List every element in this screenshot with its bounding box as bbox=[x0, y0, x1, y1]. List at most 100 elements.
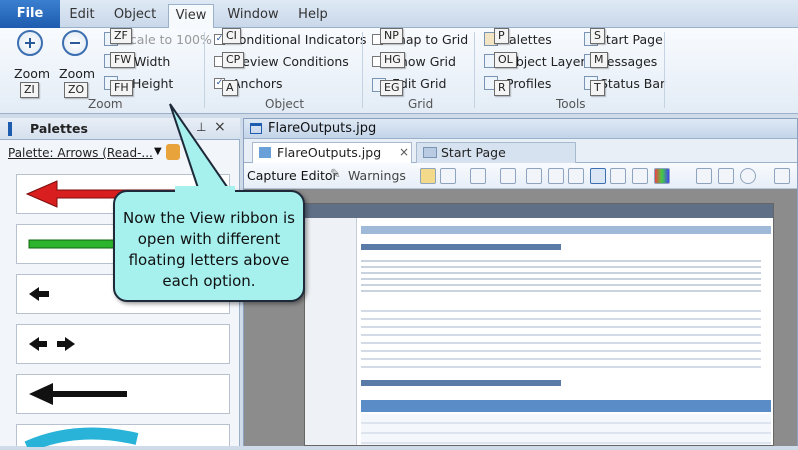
palette-selector[interactable]: Palette: Arrows (Read-... bbox=[8, 144, 168, 162]
document-title-bar: FlareOutputs.jpg bbox=[244, 119, 797, 139]
resize-icon[interactable] bbox=[526, 168, 542, 184]
image-canvas[interactable] bbox=[244, 189, 797, 446]
palette-item-curved-arrow[interactable] bbox=[16, 424, 230, 450]
palette-item-black-arrow[interactable] bbox=[16, 374, 230, 414]
zoom-out-label[interactable]: Zoom bbox=[59, 66, 95, 81]
document-tabs: FlareOutputs.jpg × Start Page bbox=[244, 139, 797, 163]
grid-group-label: Grid bbox=[408, 97, 434, 111]
fit-height-button[interactable]: Height bbox=[132, 76, 173, 91]
keytip-preview: CP bbox=[222, 52, 245, 68]
keytip-snap: NP bbox=[380, 28, 403, 44]
keytip-show-grid: HG bbox=[380, 52, 405, 68]
captured-screenshot bbox=[304, 203, 774, 446]
tab-window[interactable]: Window bbox=[222, 4, 284, 28]
start-page-button[interactable]: Start Page bbox=[598, 32, 663, 47]
warnings-icon: ✎ bbox=[330, 167, 341, 182]
capture-icon[interactable] bbox=[440, 168, 456, 184]
conditional-indicators-label[interactable]: Conditional Indicators bbox=[230, 32, 367, 47]
anchors-label[interactable]: Anchors bbox=[232, 76, 283, 91]
capture-editor-toolbar: Capture Editor ✎ Warnings bbox=[244, 163, 797, 189]
view-ribbon: Zoom ZI Zoom ZO Scale to 100% ZF FW Widt… bbox=[0, 28, 798, 114]
palettes-title: Palettes bbox=[30, 121, 88, 136]
group-divider bbox=[204, 32, 205, 108]
ellipse-icon[interactable] bbox=[740, 168, 756, 184]
shot-text-block bbox=[361, 256, 761, 296]
tab-flareoutputs[interactable]: FlareOutputs.jpg × bbox=[252, 142, 412, 163]
scale-to-100-button[interactable]: Scale to 100% bbox=[122, 32, 212, 47]
group-divider bbox=[362, 32, 363, 108]
line-icon[interactable] bbox=[774, 168, 790, 184]
keytip-width: FW bbox=[110, 52, 136, 68]
profiles-button[interactable]: Profiles bbox=[506, 76, 551, 91]
polygon-icon[interactable] bbox=[718, 168, 734, 184]
shot-sidebar bbox=[305, 218, 357, 445]
status-bar-button[interactable]: Status Bar bbox=[600, 76, 665, 91]
hand-tool-icon[interactable] bbox=[568, 168, 584, 184]
object-group-label: Object bbox=[265, 97, 305, 111]
zoom-out-icon[interactable] bbox=[62, 30, 88, 56]
tab-start-page[interactable]: Start Page bbox=[416, 142, 576, 163]
header-grip-icon bbox=[8, 122, 12, 136]
zoom-in-icon[interactable] bbox=[17, 30, 43, 56]
image-file-icon bbox=[259, 147, 271, 158]
keytip-conditional: CI bbox=[222, 28, 241, 44]
group-divider bbox=[664, 32, 665, 108]
zoom-in-label[interactable]: Zoom bbox=[14, 66, 50, 81]
keytip-status-bar: T bbox=[590, 80, 605, 96]
keytip-anchors: A bbox=[222, 80, 238, 96]
keytip-zoom-out: ZO bbox=[64, 82, 89, 98]
keytip-palettes: P bbox=[494, 28, 509, 44]
shot-heading bbox=[361, 244, 561, 250]
rectangle-icon[interactable] bbox=[696, 168, 712, 184]
magic-wand-icon[interactable] bbox=[632, 168, 648, 184]
palettes-button[interactable]: Palettes bbox=[502, 32, 552, 47]
object-layers-button[interactable]: Object Layers bbox=[506, 54, 592, 69]
select-area-icon[interactable] bbox=[548, 168, 564, 184]
black-left-arrow-icon bbox=[29, 383, 127, 405]
pointer-icon[interactable] bbox=[590, 168, 606, 184]
tab-view[interactable]: View bbox=[168, 4, 214, 29]
warnings-button[interactable]: Warnings bbox=[348, 168, 406, 183]
double-arrow-icon bbox=[29, 337, 75, 351]
start-page-tab-icon bbox=[423, 147, 437, 158]
capture-editor-label: Capture Editor bbox=[247, 168, 338, 183]
fit-width-button[interactable]: Width bbox=[134, 54, 170, 69]
marquee-icon[interactable] bbox=[610, 168, 626, 184]
tab-edit[interactable]: Edit bbox=[62, 4, 102, 28]
shot-heading-2 bbox=[361, 380, 561, 386]
preview-conditions-label[interactable]: Preview Conditions bbox=[230, 54, 349, 69]
group-divider bbox=[474, 32, 475, 108]
callout-text: Now the View ribbon is open with differe… bbox=[123, 209, 295, 290]
tab-file[interactable]: File bbox=[0, 0, 60, 28]
tab-flareoutputs-label: FlareOutputs.jpg bbox=[277, 145, 382, 160]
tab-start-page-label: Start Page bbox=[441, 145, 506, 160]
crop-icon[interactable] bbox=[500, 168, 516, 184]
document-window: FlareOutputs.jpg FlareOutputs.jpg × Star… bbox=[243, 118, 798, 446]
keytip-start-page: S bbox=[590, 28, 605, 44]
close-tab-icon[interactable]: × bbox=[399, 143, 409, 162]
callout-pointer bbox=[169, 103, 234, 195]
keytip-zoom-in: ZI bbox=[20, 82, 39, 98]
shot-title-bar bbox=[305, 204, 773, 218]
palette-item-double-arrow[interactable] bbox=[16, 324, 230, 364]
tab-help[interactable]: Help bbox=[290, 4, 336, 28]
folder-icon[interactable] bbox=[420, 168, 436, 184]
shot-table-header bbox=[361, 400, 771, 412]
window-icon bbox=[250, 123, 262, 134]
keytip-layers: OL bbox=[494, 52, 517, 68]
keytip-edit-grid: EG bbox=[380, 80, 404, 96]
callout-bubble: Now the View ribbon is open with differe… bbox=[113, 190, 305, 302]
tab-object[interactable]: Object bbox=[106, 4, 164, 28]
cyan-curved-arrow-icon bbox=[24, 427, 139, 450]
keytip-profiles: R bbox=[494, 80, 510, 96]
keytip-height: FH bbox=[110, 80, 133, 96]
ribbon-tab-bar: File Edit Object View Window Help bbox=[0, 0, 798, 29]
shot-breadcrumb bbox=[361, 226, 771, 234]
keytip-messages: M bbox=[590, 52, 608, 68]
callout-pointer-join bbox=[175, 186, 235, 194]
shot-table-rows bbox=[361, 414, 771, 445]
color-picker-icon[interactable] bbox=[654, 168, 670, 184]
tools-group-label: Tools bbox=[556, 97, 586, 111]
zoom-icon[interactable] bbox=[470, 168, 486, 184]
shot-list-block bbox=[361, 304, 761, 374]
